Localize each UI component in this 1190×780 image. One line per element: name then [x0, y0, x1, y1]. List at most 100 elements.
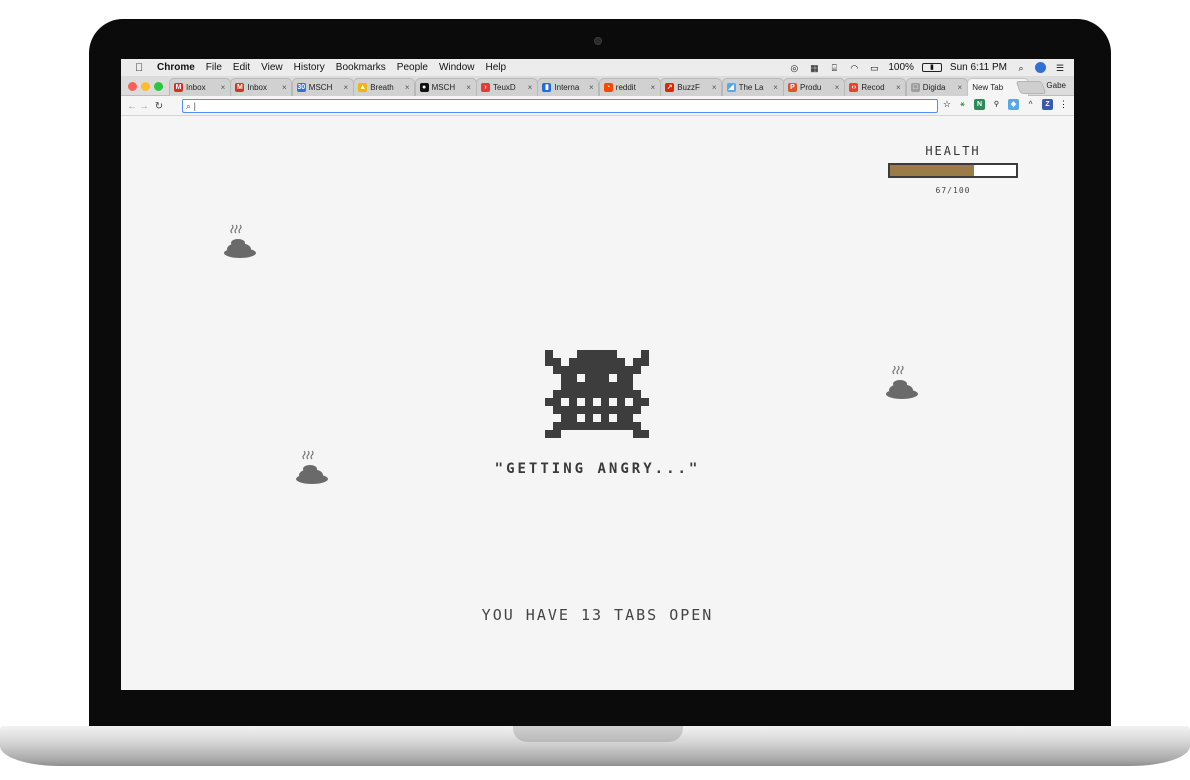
airplay-icon[interactable]: ▭: [868, 63, 880, 73]
apple-icon[interactable]: : [135, 62, 147, 74]
chrome-menu-icon[interactable]: ⋮: [1059, 99, 1068, 110]
close-tab-icon[interactable]: ×: [280, 83, 288, 92]
favicon-icon: ‹›: [849, 83, 859, 92]
text-cursor: |: [193, 101, 196, 111]
close-tab-icon[interactable]: ×: [403, 83, 411, 92]
clock[interactable]: Sun 6:11 PM: [950, 62, 1007, 73]
browser-tab[interactable]: ● MSCH ×: [414, 78, 477, 96]
siri-icon[interactable]: [1035, 62, 1046, 73]
menu-people[interactable]: People: [397, 62, 428, 73]
browser-tab[interactable]: ‹› Recod ×: [844, 78, 907, 96]
menu-bar-status-area: ◎ ▦ ⌸ ◠ ▭ 100% ▮ Sun 6:11 PM ⌕ ☰: [788, 59, 1066, 76]
close-window-button[interactable]: [128, 82, 137, 91]
tab-label: MSCH: [431, 83, 456, 92]
close-tab-icon[interactable]: ×: [526, 83, 534, 92]
battery-percent: 100%: [888, 62, 914, 73]
tab-monster-icon: [545, 350, 649, 438]
browser-tab[interactable]: □ Digida ×: [905, 78, 968, 96]
close-tab-icon[interactable]: ×: [772, 83, 780, 92]
tab-label: The La: [738, 83, 764, 92]
browser-tab[interactable]: ◢ The La ×: [721, 78, 784, 96]
tab-label: Recod: [861, 83, 885, 92]
close-tab-icon[interactable]: ×: [587, 83, 595, 92]
browser-tab[interactable]: 30 MSCH ×: [291, 78, 354, 96]
menu-window[interactable]: Window: [439, 62, 475, 73]
menu-history[interactable]: History: [294, 62, 325, 73]
address-bar[interactable]: ⌕ |: [182, 99, 938, 113]
favicon-icon: M: [235, 83, 245, 92]
browser-toolbar: ← → ↻ ⌕ | ☆ ⚹ N ⚲ ◈ ^ Z ⋮: [121, 97, 1074, 116]
close-tab-icon[interactable]: ×: [342, 83, 350, 92]
favicon-icon: ↗: [665, 83, 675, 92]
new-tab-button[interactable]: [1015, 81, 1047, 94]
menu-app-name[interactable]: Chrome: [157, 62, 195, 73]
creative-cloud-icon[interactable]: ◎: [788, 63, 800, 73]
browser-tab[interactable]: P Produ ×: [783, 78, 845, 96]
close-tab-icon[interactable]: ×: [465, 83, 473, 92]
extension-icon[interactable]: N: [974, 99, 985, 110]
forward-arrow-icon[interactable]: →: [138, 101, 150, 112]
notification-center-icon[interactable]: ☰: [1054, 63, 1066, 73]
close-tab-icon[interactable]: ×: [956, 83, 964, 92]
display-icon[interactable]: ⌸: [828, 63, 840, 73]
battery-icon[interactable]: ▮: [921, 63, 942, 72]
reload-icon[interactable]: ↻: [153, 101, 165, 112]
extension-icon[interactable]: ◈: [1008, 99, 1019, 110]
extension-icon[interactable]: Z: [1042, 99, 1053, 110]
tab-label: Inbox: [186, 83, 206, 92]
browser-tab[interactable]: ↗ BuzzF ×: [660, 78, 723, 96]
extension-icons: ☆ ⚹ N ⚲ ◈ ^ Z ⋮: [943, 99, 1068, 110]
favicon-icon: □: [910, 83, 920, 92]
tab-label: Digida: [922, 83, 946, 92]
menu-bookmarks[interactable]: Bookmarks: [336, 62, 386, 73]
poop-icon[interactable]: [883, 360, 919, 400]
webcam: [594, 37, 602, 45]
new-tab-page: HEALTH 67/100 "GETTING ANGRY..." YOU HAV…: [121, 117, 1074, 690]
close-tab-icon[interactable]: ×: [710, 83, 718, 92]
monster-status: "GETTING ANGRY...": [494, 461, 701, 477]
favicon-icon: ◔: [603, 83, 613, 92]
menu-edit[interactable]: Edit: [233, 62, 250, 73]
browser-tab[interactable]: ▮ Interna ×: [537, 78, 600, 96]
menu-view[interactable]: View: [261, 62, 283, 73]
bookmark-star-icon[interactable]: ☆: [943, 99, 951, 110]
menu-bar:  Chrome File Edit View History Bookmark…: [121, 59, 1074, 76]
extension-icon[interactable]: ⚲: [991, 99, 1002, 110]
browser-tab[interactable]: M Inbox ×: [230, 78, 293, 96]
close-tab-icon[interactable]: ×: [649, 83, 657, 92]
profile-name[interactable]: Gabe: [1046, 81, 1066, 90]
browser-tab[interactable]: ◔ reddit ×: [598, 78, 661, 96]
search-icon: ⌕: [186, 101, 192, 111]
tab-count-message: YOU HAVE 13 TABS OPEN: [481, 606, 714, 624]
menu-help[interactable]: Help: [486, 62, 507, 73]
poop-icon[interactable]: [221, 219, 257, 259]
grid-app-icon[interactable]: ▦: [808, 63, 820, 73]
tab-label: BuzzF: [677, 83, 700, 92]
favicon-icon: M: [174, 83, 183, 92]
tab-label: Produ: [800, 83, 822, 92]
favicon-icon: ▲: [358, 83, 368, 92]
close-tab-icon[interactable]: ×: [219, 83, 227, 92]
tab-label: TeuxD: [493, 83, 516, 92]
minimize-window-button[interactable]: [141, 82, 150, 91]
favicon-icon: ◢: [726, 83, 736, 92]
fullscreen-window-button[interactable]: [154, 82, 163, 91]
laptop-notch: [513, 726, 683, 742]
menu-file[interactable]: File: [206, 62, 222, 73]
browser-tab[interactable]: M Inbox ×: [169, 78, 231, 96]
extension-icon[interactable]: ⚹: [957, 99, 968, 110]
back-arrow-icon[interactable]: ←: [126, 101, 138, 112]
browser-tab[interactable]: › TeuxD ×: [476, 78, 538, 96]
close-tab-icon[interactable]: ×: [894, 83, 902, 92]
spotlight-search-icon[interactable]: ⌕: [1015, 63, 1027, 73]
favicon-icon: ●: [419, 83, 429, 92]
tab-label: Breath: [370, 83, 394, 92]
extension-icon[interactable]: ^: [1025, 99, 1036, 110]
browser-tab[interactable]: ▲ Breath ×: [353, 78, 416, 96]
tab-label: MSCH: [308, 83, 333, 92]
health-bar-fill: [890, 165, 975, 176]
wifi-icon[interactable]: ◠: [848, 63, 860, 73]
health-value: 67/100: [935, 186, 971, 195]
health-title: HEALTH: [925, 144, 981, 158]
close-tab-icon[interactable]: ×: [833, 83, 841, 92]
